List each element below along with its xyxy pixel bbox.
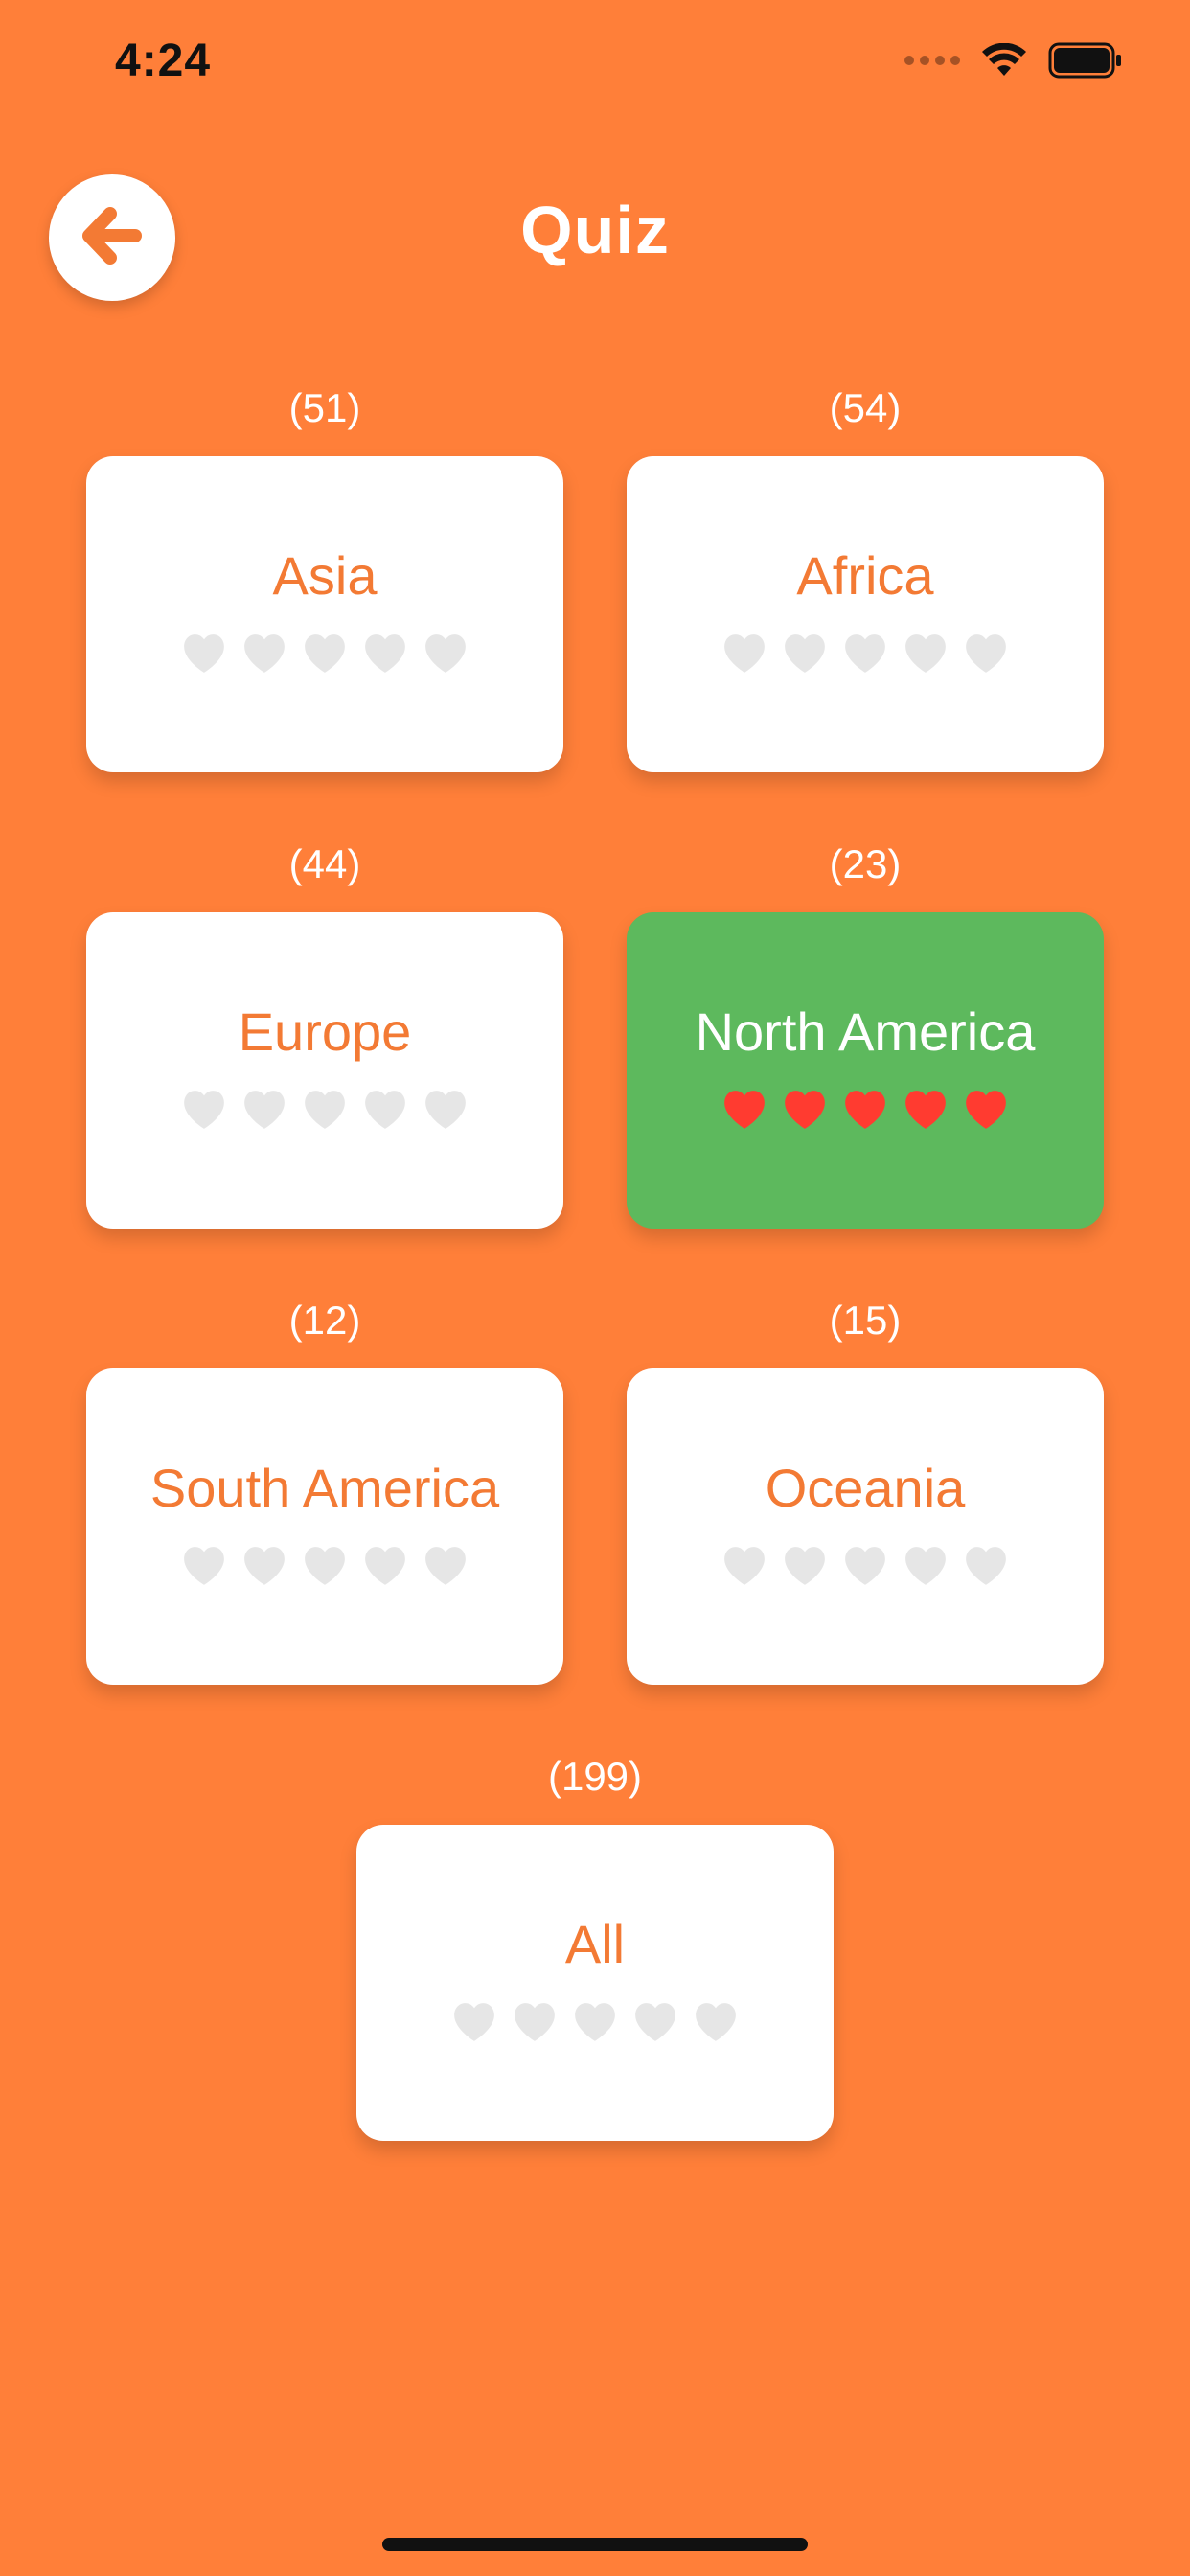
battery-icon — [1048, 42, 1123, 79]
hearts-rating — [627, 631, 1104, 677]
heart-empty-icon — [961, 1543, 1011, 1589]
status-time: 4:24 — [115, 35, 212, 86]
page-title: Quiz — [520, 193, 670, 267]
category-label: All — [564, 1914, 626, 1974]
category-card-africa[interactable]: Africa — [627, 456, 1104, 772]
home-indicator — [382, 2538, 808, 2551]
heart-empty-icon — [300, 631, 350, 677]
heart-empty-icon — [449, 1999, 499, 2045]
heart-empty-icon — [720, 1543, 769, 1589]
category-label: Africa — [796, 545, 934, 606]
heart-empty-icon — [570, 1999, 620, 2045]
status-icons — [904, 42, 1123, 79]
question-count: (51) — [288, 385, 361, 430]
heart-filled-icon — [961, 1087, 1011, 1133]
heart-empty-icon — [360, 631, 410, 677]
hearts-rating — [86, 1543, 563, 1589]
heart-empty-icon — [901, 631, 950, 677]
question-count: (23) — [829, 841, 902, 886]
hearts-rating — [627, 1087, 1104, 1133]
heart-empty-icon — [240, 631, 289, 677]
heart-empty-icon — [780, 631, 830, 677]
category-card-europe[interactable]: Europe — [86, 912, 563, 1229]
question-count: (12) — [288, 1298, 361, 1343]
cellular-signal-icon — [904, 56, 960, 65]
heart-empty-icon — [360, 1543, 410, 1589]
heart-filled-icon — [901, 1087, 950, 1133]
heart-empty-icon — [691, 1999, 741, 2045]
question-count: (44) — [288, 841, 361, 886]
category-card-asia[interactable]: Asia — [86, 456, 563, 772]
hearts-rating — [86, 1087, 563, 1133]
heart-empty-icon — [630, 1999, 680, 2045]
heart-empty-icon — [179, 1543, 229, 1589]
heart-empty-icon — [360, 1087, 410, 1133]
category-label: North America — [695, 1001, 1036, 1062]
heart-empty-icon — [300, 1087, 350, 1133]
heart-empty-icon — [179, 1087, 229, 1133]
wifi-icon — [981, 43, 1027, 78]
hearts-rating — [627, 1543, 1104, 1589]
heart-empty-icon — [240, 1087, 289, 1133]
heart-filled-icon — [840, 1087, 890, 1133]
category-card-south-america[interactable]: South America — [86, 1368, 563, 1685]
question-count: (15) — [829, 1298, 902, 1343]
heart-empty-icon — [720, 631, 769, 677]
heart-empty-icon — [421, 1543, 470, 1589]
heart-empty-icon — [840, 631, 890, 677]
heart-empty-icon — [421, 631, 470, 677]
heart-filled-icon — [720, 1087, 769, 1133]
heart-empty-icon — [840, 1543, 890, 1589]
category-card-north-america[interactable]: North America — [627, 912, 1104, 1229]
category-card-all[interactable]: All — [356, 1825, 834, 2141]
question-count: (54) — [829, 385, 902, 430]
heart-empty-icon — [901, 1543, 950, 1589]
category-label: Oceania — [765, 1458, 966, 1518]
category-card-oceania[interactable]: Oceania — [627, 1368, 1104, 1685]
heart-empty-icon — [240, 1543, 289, 1589]
hearts-rating — [86, 631, 563, 677]
heart-empty-icon — [961, 631, 1011, 677]
heart-empty-icon — [510, 1999, 560, 2045]
heart-filled-icon — [780, 1087, 830, 1133]
category-label: Europe — [238, 1001, 412, 1062]
heart-empty-icon — [179, 631, 229, 677]
question-count: (199) — [547, 1754, 643, 1799]
heart-empty-icon — [421, 1087, 470, 1133]
category-label: South America — [149, 1458, 500, 1518]
category-label: Asia — [272, 545, 378, 606]
hearts-rating — [356, 1999, 834, 2045]
heart-empty-icon — [780, 1543, 830, 1589]
heart-empty-icon — [300, 1543, 350, 1589]
